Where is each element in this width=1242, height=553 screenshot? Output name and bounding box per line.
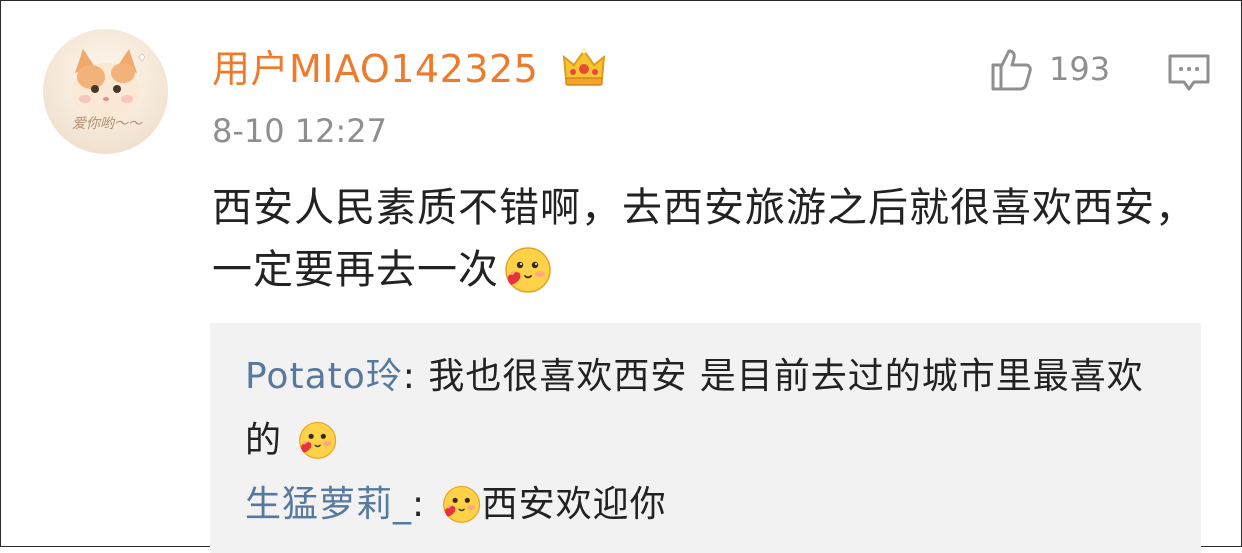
reply-username-link[interactable]: Potato玲	[245, 356, 403, 397]
comment-body-text: 西安人民素质不错啊，去西安旅游之后就很喜欢西安，一定要再去一次	[212, 185, 1196, 293]
comment-card: 爱你哟～～ 用户MIAO142325 8-10 12:27 193 西安人民素质…	[0, 0, 1242, 553]
like-count: 193	[1049, 50, 1111, 88]
reply-text: 西安欢迎你	[481, 484, 667, 525]
username-link[interactable]: 用户MIAO142325	[212, 43, 538, 95]
avatar[interactable]: 爱你哟～～	[43, 29, 168, 154]
avatar-caption: 爱你哟～～	[72, 116, 142, 132]
reply-username-link[interactable]: 生猛萝莉_	[245, 484, 412, 525]
reply-item: 生猛萝莉_: 西安欢迎你	[245, 473, 1175, 537]
blushing-heart-emoji-icon	[294, 420, 338, 464]
reply-item: Potato玲: 我也很喜欢西安 是目前去过的城市里最喜欢的	[245, 345, 1175, 473]
blushing-heart-emoji-icon	[438, 484, 482, 528]
like-button[interactable]: 193	[989, 45, 1110, 93]
replies-box[interactable]: Potato玲: 我也很喜欢西安 是目前去过的城市里最喜欢的 生猛萝莉_: 西安…	[210, 323, 1201, 553]
reply-separator: :	[402, 356, 429, 397]
crown-badge-icon[interactable]	[561, 45, 607, 91]
comment-body: 西安人民素质不错啊，去西安旅游之后就很喜欢西安，一定要再去一次	[212, 177, 1212, 301]
comment-bubble-icon[interactable]	[1167, 51, 1211, 95]
thumbs-up-icon	[991, 49, 1032, 91]
comment-timestamp: 8-10 12:27	[212, 112, 388, 150]
blushing-heart-emoji-icon	[499, 245, 553, 299]
reply-separator: :	[412, 484, 438, 525]
